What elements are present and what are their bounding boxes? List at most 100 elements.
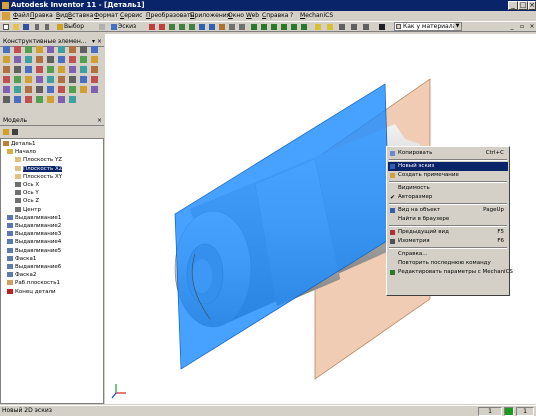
minimize-button[interactable]: _ — [508, 1, 518, 10]
feature-tool-icon[interactable] — [3, 76, 10, 83]
feature-tool-icon[interactable] — [69, 46, 76, 53]
menu-applications[interactable]: Приложения — [190, 12, 230, 19]
tree-node[interactable]: Выдавливание3 — [7, 231, 61, 238]
tree-node[interactable]: Плоскость XZ — [15, 165, 63, 173]
tree-node[interactable]: Выдавливание2 — [7, 223, 61, 230]
browser-menu-icon[interactable]: × — [97, 116, 102, 126]
feature-tool-icon[interactable] — [69, 66, 76, 73]
feature-tool-icon[interactable] — [58, 96, 65, 103]
wireframe-icon[interactable] — [338, 23, 346, 31]
feature-tool-icon[interactable] — [47, 76, 54, 83]
ground-shadow-icon[interactable] — [362, 23, 370, 31]
feature-tool-icon[interactable] — [58, 66, 65, 73]
feature-tool-icon[interactable] — [36, 96, 43, 103]
display-icon[interactable] — [350, 23, 358, 31]
sketch-tool-icon[interactable] — [110, 23, 118, 31]
tree-node[interactable]: Плоскость XY — [15, 173, 62, 181]
display-mode-icon[interactable] — [218, 23, 226, 31]
feature-tool-icon[interactable] — [58, 46, 65, 53]
menu-web[interactable]: Web — [246, 12, 259, 19]
feature-tool-icon[interactable] — [3, 66, 10, 73]
menu-insert[interactable]: Вставка — [68, 12, 93, 19]
feature-tool-icon[interactable] — [3, 96, 10, 103]
pan-icon[interactable] — [178, 23, 186, 31]
tree-node[interactable]: Выдавливание1 — [7, 214, 61, 222]
context-menu-item[interactable]: Предыдущий вид F5 — [388, 228, 508, 237]
feature-tool-icon[interactable] — [14, 56, 21, 63]
menu-tools[interactable]: Сервис — [120, 12, 142, 19]
context-menu-item[interactable]: Изометрия F6 — [388, 237, 508, 246]
zoom-all-icon[interactable] — [148, 23, 156, 31]
tree-node[interactable]: Раб.плоскость1 — [7, 280, 60, 287]
feature-tool-icon[interactable] — [58, 86, 65, 93]
menu-edit[interactable]: Правка — [30, 12, 53, 19]
tree-node[interactable]: Ось Y — [15, 190, 39, 197]
save-icon[interactable] — [22, 23, 30, 31]
feature-tool-icon[interactable] — [47, 66, 54, 73]
tree-node[interactable]: Фаска2 — [7, 272, 36, 279]
context-menu-item[interactable]: Найти в браузере — [388, 215, 508, 224]
find-icon[interactable] — [12, 129, 18, 135]
feature-tool-icon[interactable] — [58, 76, 65, 83]
look-at-icon[interactable] — [208, 23, 216, 31]
update-icon[interactable] — [98, 23, 106, 31]
tree-node[interactable]: Выдавливание4 — [7, 239, 61, 246]
menu-help[interactable]: Справка — [262, 12, 288, 19]
lighting-icon[interactable] — [326, 23, 334, 31]
feature-tool-icon[interactable] — [69, 56, 76, 63]
context-menu-item[interactable]: Новый эскиз — [388, 162, 508, 171]
context-menu-item[interactable]: Справка... — [388, 250, 508, 259]
zoom-icon[interactable] — [168, 23, 176, 31]
zoom-selected-icon[interactable] — [188, 23, 196, 31]
orbit-icon[interactable] — [290, 23, 298, 31]
feature-tool-icon[interactable] — [3, 56, 10, 63]
feature-tool-icon[interactable] — [25, 76, 32, 83]
context-menu-item[interactable]: Копировать Ctrl+C — [388, 149, 508, 158]
select-icon[interactable] — [56, 23, 64, 31]
menu-window[interactable]: Окно — [228, 12, 244, 19]
tree-node[interactable]: Выдавливание5 — [7, 247, 61, 255]
tree-node[interactable]: Деталь1 — [3, 141, 36, 148]
feature-tool-icon[interactable] — [47, 96, 54, 103]
feature-tool-icon[interactable] — [91, 86, 98, 93]
tree-node[interactable]: Ось Z — [15, 198, 39, 205]
feature-tool-icon[interactable] — [14, 46, 21, 53]
camera-icon[interactable] — [228, 23, 236, 31]
feature-tool-icon[interactable] — [3, 86, 10, 93]
zoom-window-icon[interactable] — [158, 23, 166, 31]
tree-node[interactable]: Плоскость YZ — [15, 157, 62, 164]
feature-tool-icon[interactable] — [36, 46, 43, 53]
feature-tool-icon[interactable] — [91, 46, 98, 53]
feature-tool-icon[interactable] — [14, 96, 21, 103]
view-icon[interactable] — [300, 23, 308, 31]
context-menu-item[interactable]: Видимость — [388, 184, 508, 193]
model-browser[interactable]: Деталь1 Начало Плоскость YZ Плоскость XZ Пло… — [0, 138, 104, 404]
filter-icon[interactable] — [3, 129, 9, 135]
tree-node[interactable]: Начало — [7, 149, 36, 156]
feature-tool-icon[interactable] — [80, 66, 87, 73]
undo-icon[interactable] — [34, 23, 42, 31]
context-menu-item[interactable]: Повторить последнюю команду — [388, 259, 508, 268]
feature-tool-icon[interactable] — [80, 76, 87, 83]
feature-tool-icon[interactable] — [36, 86, 43, 93]
feature-tool-icon[interactable] — [14, 86, 21, 93]
feature-tool-icon[interactable] — [36, 56, 43, 63]
chevron-down-icon[interactable]: ▼ — [454, 23, 461, 30]
measure-icon[interactable] — [270, 23, 278, 31]
menu-file[interactable]: Файл — [13, 12, 30, 19]
rotate-icon[interactable] — [198, 23, 206, 31]
feature-tool-icon[interactable] — [80, 46, 87, 53]
menu-whats-this[interactable]: ? — [290, 12, 293, 19]
menu-format[interactable]: Формат — [94, 12, 118, 19]
feature-tool-icon[interactable] — [25, 86, 32, 93]
menu-mechanics[interactable]: MechaniCS — [300, 12, 333, 19]
feature-tool-icon[interactable] — [25, 46, 32, 53]
sketch-dropdown[interactable]: Эскиз — [118, 22, 136, 31]
feature-tool-icon[interactable] — [80, 56, 87, 63]
tree-node[interactable]: Фаска1 — [7, 255, 36, 263]
context-menu-item[interactable]: ✔ Авторазмер — [388, 193, 508, 202]
feature-tool-icon[interactable] — [91, 76, 98, 83]
menu-view[interactable]: Вид — [56, 12, 68, 19]
browser-title[interactable]: Модель × — [0, 116, 104, 126]
feature-tool-icon[interactable] — [25, 56, 32, 63]
